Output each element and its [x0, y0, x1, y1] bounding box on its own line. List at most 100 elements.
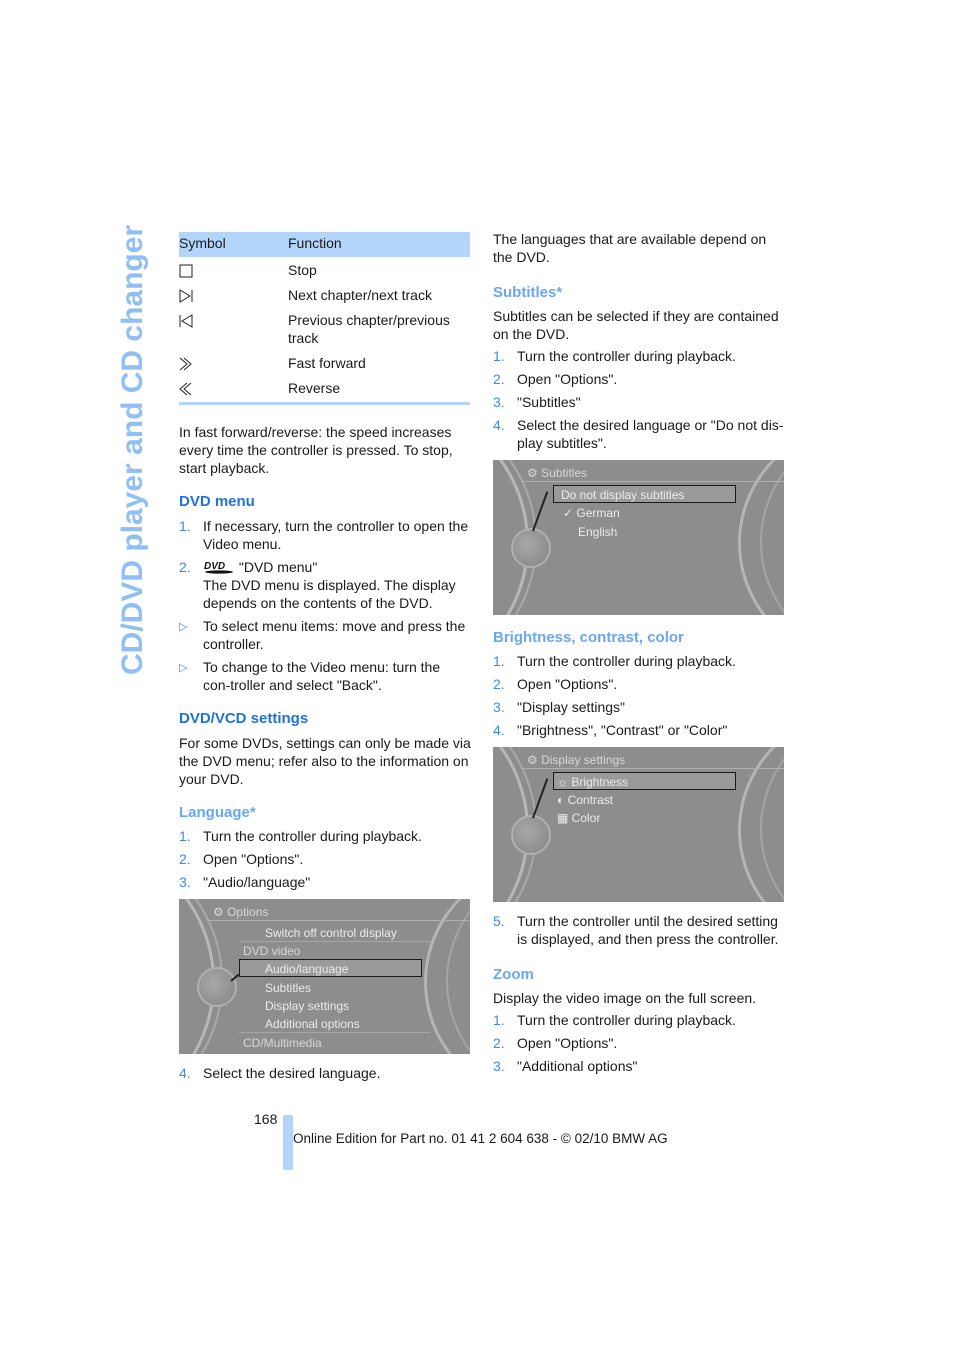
list-item: 3. "Audio/language": [179, 873, 471, 891]
footer-accent-bar: [283, 1115, 293, 1170]
step-number: 1.: [179, 518, 191, 534]
brightness-icon: ☼: [557, 775, 572, 789]
list-item: 2. Open "Options".: [493, 675, 785, 693]
heading-subtitles: Subtitles*: [493, 284, 563, 301]
triangle-bullet-icon: ▷: [179, 662, 188, 674]
step-text: Select the desired language.: [203, 1065, 381, 1081]
header-function: Function: [288, 232, 470, 257]
list-item: 2. Open "Options".: [493, 1034, 785, 1052]
heading-brightness: Brightness, contrast, color: [493, 629, 684, 646]
function-label: Stop: [288, 262, 317, 278]
triangle-bullet-icon: ▷: [179, 621, 188, 633]
step-text: Select the desired language or "Do not d…: [517, 417, 784, 451]
menu-item: Additional options: [265, 1017, 360, 1031]
step-number: 3.: [493, 699, 505, 715]
controller-knob-icon: [197, 967, 237, 1007]
screen-title: ⚙ Options: [213, 905, 269, 919]
menu-item-selected: Do not display subtitles: [561, 488, 685, 502]
right-column: The languages that are available depend …: [493, 230, 785, 1080]
list-item: 3. "Subtitles": [493, 393, 785, 411]
list-item: 4. "Brightness", "Contrast" or "Color": [493, 721, 785, 739]
step-number: 1.: [179, 828, 191, 844]
step-number: 3.: [493, 1058, 505, 1074]
step-number: 5.: [493, 913, 505, 929]
subtitles-menu-screenshot: ⚙ Subtitles Do not display subtitles ✓ G…: [493, 460, 784, 615]
list-item: 5. Turn the controller until the desired …: [493, 912, 785, 948]
page-number: 168: [254, 1111, 278, 1127]
list-item: 2. Open "Options".: [493, 370, 785, 388]
step-text: Turn the controller until the desired se…: [517, 913, 779, 947]
step-text-container: DVD "DVD menu" The DVD menu is displayed…: [203, 558, 471, 612]
table-row: Previous chapter/previous track: [179, 307, 470, 350]
fast-forward-note: In fast forward/reverse: the speed incre…: [179, 424, 453, 476]
heading-language: Language*: [179, 804, 256, 821]
previous-track-icon: [179, 314, 193, 329]
bullet-item: ▷ To change to the Video menu: turn the …: [179, 658, 471, 694]
screen-title: ⚙ Display settings: [527, 753, 626, 767]
list-item: 3. "Display settings": [493, 698, 785, 716]
screen-title: ⚙ Subtitles: [527, 466, 588, 480]
function-label: Next chapter/next track: [288, 287, 432, 303]
color-icon: ▦: [557, 811, 572, 825]
svg-text:DVD: DVD: [204, 561, 225, 572]
symbol-table: Symbol Function Stop Next chapter/next t…: [179, 232, 470, 405]
table-row: Next chapter/next track: [179, 282, 470, 307]
step-number: 3.: [179, 874, 191, 890]
controller-knob-icon: [511, 815, 551, 855]
list-item: 1. Turn the controller during playback.: [493, 652, 785, 670]
step-number: 4.: [493, 722, 505, 738]
step-text: Turn the controller during playback.: [203, 828, 422, 844]
menu-group-label: DVD video: [243, 944, 301, 958]
step-text: "Subtitles": [517, 394, 581, 410]
menu-item: ◐ Contrast: [557, 793, 613, 807]
step-text: If necessary, turn the controller to ope…: [203, 518, 469, 552]
table-row: Stop: [179, 257, 470, 282]
menu-item: ▦ Color: [557, 811, 601, 825]
list-item: 2. DVD "DVD menu" The DVD menu is displa…: [179, 558, 471, 612]
list-item: 2. Open "Options".: [179, 850, 471, 868]
footer-edition-text: Online Edition for Part no. 01 41 2 604 …: [293, 1131, 668, 1146]
step-text: Open "Options".: [517, 371, 618, 387]
list-item: 3. "Additional options": [493, 1057, 785, 1075]
next-track-icon: [179, 289, 193, 304]
controller-knob-icon: [511, 528, 551, 568]
menu-item: Subtitles: [265, 981, 312, 995]
step-text: "DVD menu": [238, 559, 318, 575]
step-text: "Audio/language": [203, 874, 311, 890]
step-number: 2.: [179, 559, 191, 575]
step-text: "Display settings": [517, 699, 625, 715]
menu-item: Switch off control display: [265, 926, 397, 940]
heading-zoom: Zoom: [493, 966, 534, 983]
header-symbol: Symbol: [179, 232, 288, 257]
stop-icon: [179, 264, 193, 278]
step-text: Turn the controller during playback.: [517, 348, 736, 364]
step-text: Open "Options".: [203, 851, 304, 867]
function-label: Fast forward: [288, 355, 366, 371]
step-text: Turn the controller during playback.: [517, 1012, 736, 1028]
step-text: Turn the controller during playback.: [517, 653, 736, 669]
list-item: 4. Select the desired language or "Do not…: [493, 416, 785, 452]
menu-item: English: [578, 525, 618, 539]
dvd-logo-icon: DVD: [203, 560, 235, 574]
list-item: 1. Turn the controller during playback.: [493, 1011, 785, 1029]
left-column: Symbol Function Stop Next chapter/next t…: [179, 232, 471, 1087]
step-text: Open "Options".: [517, 676, 618, 692]
function-label: Previous chapter/previous track: [288, 312, 450, 346]
step-number: 2.: [493, 676, 505, 692]
step-number: 4.: [179, 1065, 191, 1081]
step-number: 1.: [493, 653, 505, 669]
table-row: Reverse: [179, 375, 470, 405]
step-text: "Additional options": [517, 1058, 638, 1074]
step-number: 2.: [179, 851, 191, 867]
step-number: 3.: [493, 394, 505, 410]
step-text: "Brightness", "Contrast" or "Color": [517, 722, 728, 738]
menu-item-selected: Audio/language: [265, 962, 349, 976]
step-subtext: The DVD menu is displayed. The display d…: [203, 577, 456, 611]
function-label: Reverse: [288, 375, 470, 405]
step-text: Open "Options".: [517, 1035, 618, 1051]
checkmark-icon: ✓: [563, 506, 577, 520]
menu-item: Display settings: [265, 999, 350, 1013]
step-number: 2.: [493, 371, 505, 387]
menu-group-label: CD/Multimedia: [243, 1036, 322, 1050]
menu-item-selected: ☼ Brightness: [557, 775, 629, 789]
